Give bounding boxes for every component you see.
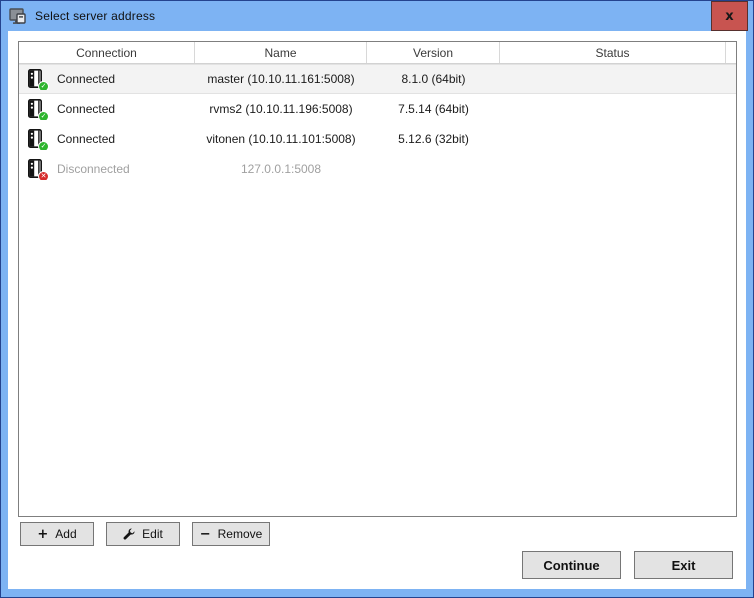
title-bar: Select server address x xyxy=(1,1,753,31)
server-version-cell: 7.5.14 (64bit) xyxy=(367,102,500,116)
server-name-cell: 127.0.0.1:5008 xyxy=(195,162,367,176)
add-button-label: Add xyxy=(55,527,76,541)
window-title: Select server address xyxy=(35,9,155,23)
status-badge: ✓ xyxy=(38,111,49,120)
select-server-dialog: Select server address x Connection Name … xyxy=(0,0,754,598)
server-name-cell: vitonen (10.10.11.101:5008) xyxy=(195,132,367,146)
table-row[interactable]: ✕ Disconnected 127.0.0.1:5008 xyxy=(19,154,736,184)
server-table: Connection Name Version Status xyxy=(18,41,737,517)
server-name-cell: rvms2 (10.10.11.196:5008) xyxy=(195,102,367,116)
connection-cell: ✓ Connected xyxy=(19,69,195,90)
server-disconnected-icon: ✕ xyxy=(28,159,45,180)
footer-actions: Continue Exit xyxy=(522,551,733,579)
remove-button[interactable]: − Remove xyxy=(192,522,270,546)
remove-button-label: Remove xyxy=(218,527,263,541)
server-name-cell: master (10.10.11.161:5008) xyxy=(195,72,367,86)
column-header-version[interactable]: Version xyxy=(367,42,500,63)
table-body: ✓ Connected master (10.10.11.161:5008) 8… xyxy=(19,64,736,516)
edit-button-label: Edit xyxy=(142,527,163,541)
server-version-cell: 8.1.0 (64bit) xyxy=(367,72,500,86)
plus-icon: + xyxy=(37,528,48,541)
connection-state-label: Connected xyxy=(57,102,115,116)
server-connected-icon: ✓ xyxy=(28,99,45,120)
column-header-filler xyxy=(726,42,736,63)
exit-button[interactable]: Exit xyxy=(634,551,733,579)
column-header-name[interactable]: Name xyxy=(195,42,367,63)
close-icon: x xyxy=(725,10,733,23)
server-version-cell: 5.12.6 (32bit) xyxy=(367,132,500,146)
status-badge: ✓ xyxy=(38,141,49,150)
connection-cell: ✓ Connected xyxy=(19,99,195,120)
table-row[interactable]: ✓ Connected vitonen (10.10.11.101:5008) … xyxy=(19,124,736,154)
status-badge: ✓ xyxy=(38,81,49,90)
server-connected-icon: ✓ xyxy=(28,69,45,90)
connection-cell: ✕ Disconnected xyxy=(19,159,195,180)
connection-cell: ✓ Connected xyxy=(19,129,195,150)
connection-state-label: Disconnected xyxy=(57,162,130,176)
app-icon xyxy=(9,8,27,25)
add-button[interactable]: + Add xyxy=(20,522,94,546)
continue-button[interactable]: Continue xyxy=(522,551,621,579)
table-header: Connection Name Version Status xyxy=(19,42,736,64)
table-row[interactable]: ✓ Connected master (10.10.11.161:5008) 8… xyxy=(19,64,736,94)
status-badge: ✕ xyxy=(38,171,49,180)
close-button[interactable]: x xyxy=(711,1,748,31)
edit-button[interactable]: Edit xyxy=(106,522,180,546)
server-connected-icon: ✓ xyxy=(28,129,45,150)
column-header-status[interactable]: Status xyxy=(500,42,726,63)
connection-state-label: Connected xyxy=(57,132,115,146)
table-row[interactable]: ✓ Connected rvms2 (10.10.11.196:5008) 7.… xyxy=(19,94,736,124)
connection-state-label: Connected xyxy=(57,72,115,86)
toolbar: + Add Edit − Remove xyxy=(20,522,270,546)
dialog-content: Connection Name Version Status xyxy=(8,31,746,589)
wrench-icon xyxy=(123,528,135,540)
minus-icon: − xyxy=(200,528,211,541)
column-header-connection[interactable]: Connection xyxy=(19,42,195,63)
